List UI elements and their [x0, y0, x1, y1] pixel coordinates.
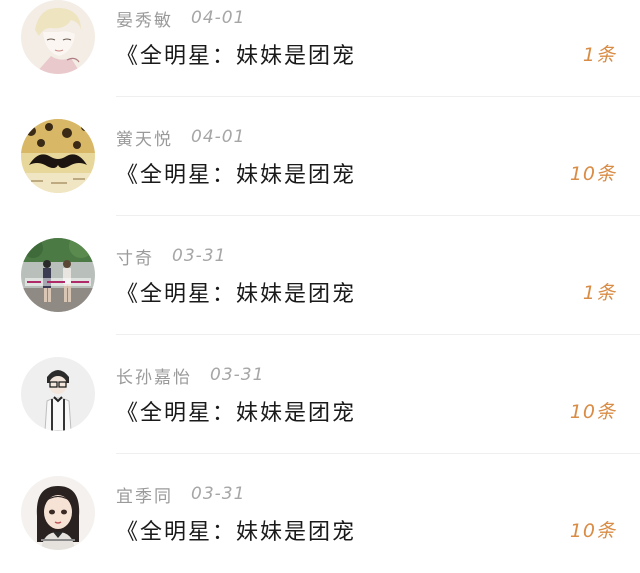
user-name[interactable]: 黉天悦: [116, 125, 173, 150]
avatar[interactable]: [21, 0, 95, 74]
post-date: 04-01: [191, 127, 246, 147]
avatar[interactable]: [21, 357, 95, 431]
avatar[interactable]: [21, 238, 95, 312]
list-item[interactable]: 长孙嘉怡 03-31 《全明星：妹妹是团宠 10条: [0, 335, 640, 454]
book-title[interactable]: 《全明星：妹妹是团宠: [116, 38, 356, 70]
list-item[interactable]: 黉天悦 04-01 《全明星：妹妹是团宠 10条: [0, 97, 640, 216]
glasses-person-avatar-icon: [21, 357, 95, 431]
book-title[interactable]: 《全明星：妹妹是团宠: [116, 157, 356, 189]
list-item[interactable]: 晏秀敏 04-01 《全明星：妹妹是团宠 1条: [0, 0, 640, 97]
comment-list: 晏秀敏 04-01 《全明星：妹妹是团宠 1条 黉天悦 04-01 《全明星：妹…: [0, 0, 640, 571]
book-title[interactable]: 《全明星：妹妹是团宠: [116, 395, 356, 427]
post-date: 03-31: [172, 246, 227, 266]
comment-count[interactable]: 10条: [570, 397, 616, 424]
illustrated-girl-avatar-icon: [21, 476, 95, 550]
comment-count[interactable]: 10条: [570, 516, 616, 543]
list-item[interactable]: 宜季同 03-31 《全明星：妹妹是团宠 10条: [0, 454, 640, 573]
book-title[interactable]: 《全明星：妹妹是团宠: [116, 276, 356, 308]
post-date: 04-01: [191, 8, 246, 28]
post-date: 03-31: [191, 484, 246, 504]
avatar[interactable]: [21, 119, 95, 193]
post-date: 03-31: [210, 365, 265, 385]
user-name[interactable]: 长孙嘉怡: [116, 363, 192, 388]
couple-photo-avatar-icon: [21, 238, 95, 312]
comment-count[interactable]: 1条: [583, 278, 616, 305]
comment-count[interactable]: 10条: [570, 159, 616, 186]
comment-count[interactable]: 1条: [583, 40, 616, 67]
avatar[interactable]: [21, 476, 95, 550]
user-name[interactable]: 宜季同: [116, 482, 173, 507]
book-title[interactable]: 《全明星：妹妹是团宠: [116, 514, 356, 546]
anime-sketch-avatar-icon: [21, 0, 95, 74]
mustache-avatar-icon: [21, 119, 95, 193]
user-name[interactable]: 晏秀敏: [116, 6, 173, 31]
list-item[interactable]: 寸奇 03-31 《全明星：妹妹是团宠 1条: [0, 216, 640, 335]
user-name[interactable]: 寸奇: [116, 244, 154, 269]
